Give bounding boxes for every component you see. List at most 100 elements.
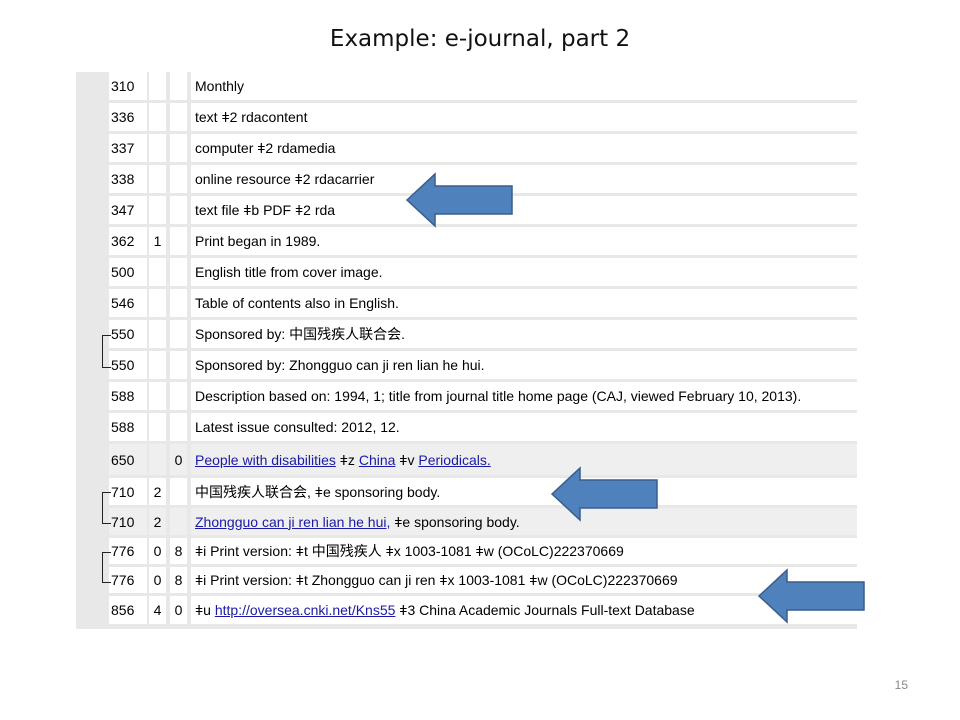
indicator-2	[170, 227, 187, 255]
field-tag: 347	[109, 196, 147, 224]
marc-field-row: 550 Sponsored by: 中国残疾人联合会.	[76, 320, 857, 351]
field-tag: 337	[109, 134, 147, 162]
field-text: online resource ǂ2 rdacarrier	[195, 171, 375, 187]
field-content: computer ǂ2 rdamedia	[191, 134, 857, 162]
field-text: Sponsored by: Zhongguo can ji ren lian h…	[195, 357, 485, 373]
linked-field-bracket	[102, 334, 111, 368]
field-content: online resource ǂ2 rdacarrier	[191, 165, 857, 193]
field-tag: 310	[109, 72, 147, 100]
field-text: 中国残疾人联合会, ǂe sponsoring body.	[195, 483, 441, 500]
indicator-1	[149, 103, 166, 131]
marc-field-row: 710 2 中国残疾人联合会, ǂe sponsoring body.	[76, 478, 857, 508]
field-text: ǂe sponsoring body.	[390, 513, 520, 530]
field-content: Description based on: 1994, 1; title fro…	[191, 382, 857, 410]
field-content: Print began in 1989.	[191, 227, 857, 255]
indicator-2: 0	[170, 444, 187, 475]
indicator-2	[170, 478, 187, 505]
field-tag: 336	[109, 103, 147, 131]
marc-field-row: 856 4 0 ǂu http://oversea.cnki.net/Kns55 ǂ3…	[76, 596, 857, 627]
indicator-2	[170, 196, 187, 224]
marc-field-row: 588 Description based on: 1994, 1; title …	[76, 382, 857, 413]
field-tag: 546	[109, 289, 147, 317]
field-content: Latest issue consulted: 2012, 12.	[191, 413, 857, 441]
slide-title: Example: e-journal, part 2	[329, 26, 631, 52]
field-tag: 856	[109, 596, 147, 624]
field-tag: 588	[109, 382, 147, 410]
marc-field-row: 310 Monthly	[76, 72, 857, 103]
indicator-1: 0	[149, 538, 166, 564]
field-content: ǂi Print version: ǂt 中国残疾人 ǂx 1003-1081 …	[191, 538, 857, 564]
indicator-2	[170, 72, 187, 100]
subject-link[interactable]: Periodicals.	[418, 452, 490, 468]
left-arrow-icon	[757, 568, 865, 624]
field-text: Print began in 1989.	[195, 233, 321, 249]
field-content: text ǂ2 rdacontent	[191, 103, 857, 131]
subject-link[interactable]: China	[359, 452, 396, 468]
field-text: Description based on: 1994, 1; title fro…	[195, 388, 802, 404]
indicator-2: 8	[170, 538, 187, 564]
field-content: Sponsored by: Zhongguo can ji ren lian h…	[191, 351, 857, 379]
indicator-1: 2	[149, 478, 166, 505]
field-content: English title from cover image.	[191, 258, 857, 286]
field-tag: 362	[109, 227, 147, 255]
field-text: ǂu	[195, 602, 215, 618]
indicator-2	[170, 320, 187, 348]
indicator-1	[149, 351, 166, 379]
indicator-1	[149, 413, 166, 441]
marc-field-row: 776 0 8 ǂi Print version: ǂt 中国残疾人 ǂx 1003-…	[76, 538, 857, 567]
field-tag: 710	[109, 508, 147, 535]
field-tag: 650	[109, 444, 147, 475]
field-text: text ǂ2 rdacontent	[195, 109, 308, 125]
subject-link[interactable]: People with disabilities	[195, 452, 336, 468]
field-tag: 500	[109, 258, 147, 286]
indicator-1	[149, 72, 166, 100]
field-text: Table of contents also in English.	[195, 295, 399, 311]
field-content: 中国残疾人联合会, ǂe sponsoring body.	[191, 478, 857, 505]
indicator-2: 0	[170, 596, 187, 624]
left-arrow-icon	[405, 172, 513, 228]
linked-field-bracket	[102, 551, 111, 583]
indicator-1: 0	[149, 567, 166, 593]
field-tag: 588	[109, 413, 147, 441]
indicator-1	[149, 258, 166, 286]
indicator-1	[149, 320, 166, 348]
indicator-2	[170, 351, 187, 379]
page-number: 15	[894, 678, 908, 692]
indicator-2	[170, 258, 187, 286]
field-text: Monthly	[195, 78, 245, 94]
field-text: text file ǂb PDF ǂ2 rda	[195, 202, 336, 218]
field-text: ǂv	[395, 451, 419, 468]
indicator-1	[149, 289, 166, 317]
marc-field-row: 550 Sponsored by: Zhongguo can ji ren lia…	[76, 351, 857, 382]
indicator-1: 1	[149, 227, 166, 255]
field-tag: 550	[109, 351, 147, 379]
field-text: English title from cover image.	[195, 264, 383, 280]
indicator-2	[170, 103, 187, 131]
indicator-1	[149, 382, 166, 410]
field-tag: 710	[109, 478, 147, 505]
indicator-1: 2	[149, 508, 166, 535]
field-content: Zhongguo can ji ren lian he hui, ǂe spon…	[191, 508, 857, 535]
field-text: ǂi Print version: ǂt 中国残疾人 ǂx 1003-1081 …	[195, 543, 624, 559]
indicator-2	[170, 508, 187, 535]
marc-field-row: 710 2 Zhongguo can ji ren lian he hui, ǂe …	[76, 508, 857, 538]
subject-link[interactable]: Zhongguo can ji ren lian he hui,	[195, 514, 390, 530]
indicator-2	[170, 382, 187, 410]
field-tag: 550	[109, 320, 147, 348]
linked-field-bracket	[102, 492, 111, 524]
marc-record-table: 310 Monthly 336 text ǂ2 rdacontent 337 comput…	[76, 72, 857, 629]
indicator-1	[149, 196, 166, 224]
marc-field-row: 650 0 People with disabilities ǂz China ǂv…	[76, 444, 857, 478]
indicator-1	[149, 444, 166, 475]
subject-link[interactable]: http://oversea.cnki.net/Kns55	[215, 602, 396, 618]
marc-field-row: 337 computer ǂ2 rdamedia	[76, 134, 857, 165]
indicator-2	[170, 413, 187, 441]
indicator-2	[170, 289, 187, 317]
marc-field-row: 546 Table of contents also in English.	[76, 289, 857, 320]
field-text: Sponsored by: 中国残疾人联合会.	[195, 326, 406, 342]
field-tag: 776	[109, 567, 147, 593]
indicator-2	[170, 165, 187, 193]
marc-field-row: 500 English title from cover image.	[76, 258, 857, 289]
field-content: Table of contents also in English.	[191, 289, 857, 317]
field-tag: 338	[109, 165, 147, 193]
